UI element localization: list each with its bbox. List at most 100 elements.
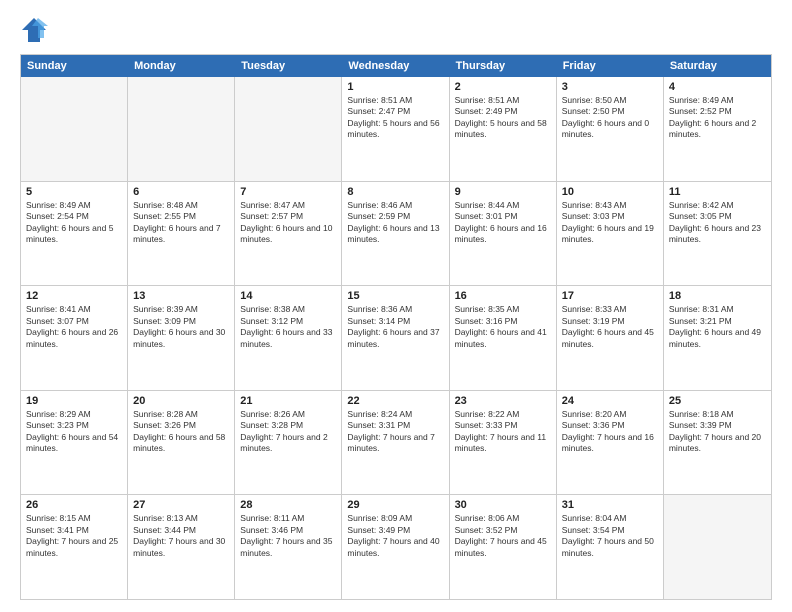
calendar-cell-14: 14 Sunrise: 8:38 AMSunset: 3:12 PMDayligh… [235,286,342,390]
calendar-cell-15: 15Sunrise: 8:36 AMSunset: 3:14 PMDayligh… [342,286,449,390]
calendar-cell-5: 5 Sunrise: 8:49 AMSunset: 2:54 PMDaylight… [21,182,128,286]
calendar-cell-27: 27 Sunrise: 8:13 AMSunset: 3:44 PMDayligh… [128,495,235,599]
day-number: 22 [347,395,443,407]
calendar-cell-empty-0-0 [21,77,128,181]
day-number: 26 [26,499,122,511]
cell-info: Sunrise: 8:29 AMSunset: 3:23 PMDaylight:… [26,409,122,455]
cell-info: Sunrise: 8:33 AMSunset: 3:19 PMDaylight:… [562,304,658,350]
header-day-wednesday: Wednesday [342,55,449,77]
calendar-cell-17: 17 Sunrise: 8:33 AMSunset: 3:19 PMDayligh… [557,286,664,390]
day-number: 28 [240,499,336,511]
cell-info: Sunrise: 8:31 AMSunset: 3:21 PMDaylight:… [669,304,766,350]
calendar-cell-31: 31 Sunrise: 8:04 AMSunset: 3:54 PMDayligh… [557,495,664,599]
header-day-thursday: Thursday [450,55,557,77]
calendar-cell-19: 19 Sunrise: 8:29 AMSunset: 3:23 PMDayligh… [21,391,128,495]
day-number: 11 [669,186,766,198]
day-number: 16 [455,290,551,302]
cell-info: Sunrise: 8:09 AMSunset: 3:49 PMDaylight:… [347,513,443,559]
calendar-cell-empty-0-2 [235,77,342,181]
cell-info: Sunrise: 8:43 AMSunset: 3:03 PMDaylight:… [562,200,658,246]
day-number: 30 [455,499,551,511]
cell-info: Sunrise: 8:41 AMSunset: 3:07 PMDaylight:… [26,304,122,350]
cell-info: Sunrise: 8:38 AMSunset: 3:12 PMDaylight:… [240,304,336,350]
day-number: 23 [455,395,551,407]
calendar-cell-30: 30 Sunrise: 8:06 AMSunset: 3:52 PMDayligh… [450,495,557,599]
calendar-cell-26: 26Sunrise: 8:15 AMSunset: 3:41 PMDayligh… [21,495,128,599]
calendar-cell-6: 6 Sunrise: 8:48 AMSunset: 2:55 PMDaylight… [128,182,235,286]
calendar-cell-22: 22Sunrise: 8:24 AMSunset: 3:31 PMDayligh… [342,391,449,495]
day-number: 18 [669,290,766,302]
calendar-cell-18: 18 Sunrise: 8:31 AMSunset: 3:21 PMDayligh… [664,286,771,390]
calendar-cell-2: 2Sunrise: 8:51 AMSunset: 2:49 PMDaylight… [450,77,557,181]
page: SundayMondayTuesdayWednesdayThursdayFrid… [0,0,792,612]
day-number: 29 [347,499,443,511]
cell-info: Sunrise: 8:26 AMSunset: 3:28 PMDaylight:… [240,409,336,455]
cell-info: Sunrise: 8:49 AMSunset: 2:52 PMDaylight:… [669,95,766,141]
day-number: 4 [669,81,766,93]
cell-info: Sunrise: 8:20 AMSunset: 3:36 PMDaylight:… [562,409,658,455]
cell-info: Sunrise: 8:47 AMSunset: 2:57 PMDaylight:… [240,200,336,246]
cell-info: Sunrise: 8:49 AMSunset: 2:54 PMDaylight:… [26,200,122,246]
logo-icon [20,16,48,44]
calendar-cell-10: 10 Sunrise: 8:43 AMSunset: 3:03 PMDayligh… [557,182,664,286]
day-number: 1 [347,81,443,93]
cell-info: Sunrise: 8:35 AMSunset: 3:16 PMDaylight:… [455,304,551,350]
cell-info: Sunrise: 8:28 AMSunset: 3:26 PMDaylight:… [133,409,229,455]
day-number: 3 [562,81,658,93]
calendar-cell-21: 21 Sunrise: 8:26 AMSunset: 3:28 PMDayligh… [235,391,342,495]
calendar-body: 1Sunrise: 8:51 AMSunset: 2:47 PMDaylight… [21,77,771,599]
day-number: 21 [240,395,336,407]
day-number: 9 [455,186,551,198]
calendar-cell-12: 12 Sunrise: 8:41 AMSunset: 3:07 PMDayligh… [21,286,128,390]
calendar-cell-empty-4-6 [664,495,771,599]
calendar-cell-8: 8Sunrise: 8:46 AMSunset: 2:59 PMDaylight… [342,182,449,286]
calendar-cell-28: 28 Sunrise: 8:11 AMSunset: 3:46 PMDayligh… [235,495,342,599]
cell-info: Sunrise: 8:48 AMSunset: 2:55 PMDaylight:… [133,200,229,246]
calendar-cell-4: 4 Sunrise: 8:49 AMSunset: 2:52 PMDaylight… [664,77,771,181]
cell-info: Sunrise: 8:50 AMSunset: 2:50 PMDaylight:… [562,95,658,141]
cell-info: Sunrise: 8:06 AMSunset: 3:52 PMDaylight:… [455,513,551,559]
day-number: 7 [240,186,336,198]
day-number: 31 [562,499,658,511]
day-number: 5 [26,186,122,198]
cell-info: Sunrise: 8:39 AMSunset: 3:09 PMDaylight:… [133,304,229,350]
day-number: 10 [562,186,658,198]
calendar-cell-20: 20 Sunrise: 8:28 AMSunset: 3:26 PMDayligh… [128,391,235,495]
day-number: 6 [133,186,229,198]
header-day-tuesday: Tuesday [235,55,342,77]
day-number: 20 [133,395,229,407]
day-number: 8 [347,186,443,198]
calendar-cell-7: 7 Sunrise: 8:47 AMSunset: 2:57 PMDaylight… [235,182,342,286]
calendar-row-4: 26Sunrise: 8:15 AMSunset: 3:41 PMDayligh… [21,495,771,599]
cell-info: Sunrise: 8:11 AMSunset: 3:46 PMDaylight:… [240,513,336,559]
calendar-row-0: 1Sunrise: 8:51 AMSunset: 2:47 PMDaylight… [21,77,771,182]
day-number: 27 [133,499,229,511]
cell-info: Sunrise: 8:36 AMSunset: 3:14 PMDaylight:… [347,304,443,350]
calendar-cell-3: 3 Sunrise: 8:50 AMSunset: 2:50 PMDaylight… [557,77,664,181]
cell-info: Sunrise: 8:04 AMSunset: 3:54 PMDaylight:… [562,513,658,559]
day-number: 24 [562,395,658,407]
header-day-sunday: Sunday [21,55,128,77]
calendar-cell-9: 9Sunrise: 8:44 AMSunset: 3:01 PMDaylight… [450,182,557,286]
calendar-cell-29: 29 Sunrise: 8:09 AMSunset: 3:49 PMDayligh… [342,495,449,599]
day-number: 14 [240,290,336,302]
calendar-cell-25: 25 Sunrise: 8:18 AMSunset: 3:39 PMDayligh… [664,391,771,495]
calendar-cell-1: 1Sunrise: 8:51 AMSunset: 2:47 PMDaylight… [342,77,449,181]
calendar-cell-16: 16 Sunrise: 8:35 AMSunset: 3:16 PMDayligh… [450,286,557,390]
cell-info: Sunrise: 8:13 AMSunset: 3:44 PMDaylight:… [133,513,229,559]
cell-info: Sunrise: 8:18 AMSunset: 3:39 PMDaylight:… [669,409,766,455]
header [20,16,772,44]
calendar-cell-24: 24 Sunrise: 8:20 AMSunset: 3:36 PMDayligh… [557,391,664,495]
day-number: 17 [562,290,658,302]
calendar-cell-13: 13 Sunrise: 8:39 AMSunset: 3:09 PMDayligh… [128,286,235,390]
calendar: SundayMondayTuesdayWednesdayThursdayFrid… [20,54,772,600]
calendar-header: SundayMondayTuesdayWednesdayThursdayFrid… [21,55,771,77]
day-number: 12 [26,290,122,302]
calendar-row-3: 19 Sunrise: 8:29 AMSunset: 3:23 PMDayligh… [21,391,771,496]
day-number: 25 [669,395,766,407]
day-number: 13 [133,290,229,302]
calendar-row-1: 5 Sunrise: 8:49 AMSunset: 2:54 PMDaylight… [21,182,771,287]
cell-info: Sunrise: 8:51 AMSunset: 2:49 PMDaylight:… [455,95,551,141]
day-number: 19 [26,395,122,407]
calendar-cell-23: 23Sunrise: 8:22 AMSunset: 3:33 PMDayligh… [450,391,557,495]
